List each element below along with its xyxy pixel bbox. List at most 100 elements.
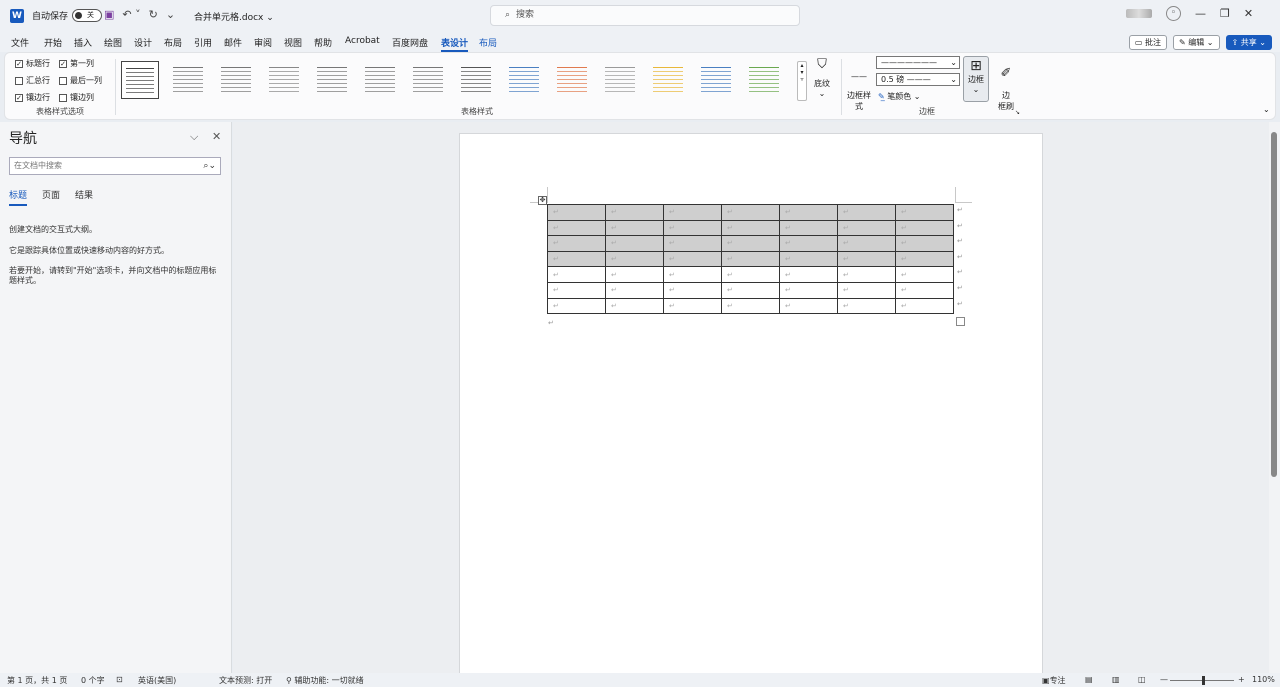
table-cell[interactable]: ↵ <box>663 297 722 315</box>
table-cell[interactable]: ↵ <box>605 266 664 283</box>
tab-layout[interactable]: 布局 <box>164 36 182 49</box>
text-prediction[interactable]: 文本预测: 打开 <box>219 675 272 686</box>
tab-insert[interactable]: 插入 <box>74 36 92 49</box>
last-column-checkbox[interactable]: 最后一列 <box>59 75 102 86</box>
table-cell[interactable]: ↵ <box>779 266 838 283</box>
table-cell[interactable]: ↵ <box>779 204 838 221</box>
word-count[interactable]: 0 个字 <box>81 675 105 686</box>
table-row[interactable]: ↵ ↵ ↵ ↵ ↵ ↵ ↵ <box>547 297 954 315</box>
table-cell[interactable]: ↵ <box>663 235 722 252</box>
table-style-thumbnail[interactable] <box>457 61 495 99</box>
tab-table-layout[interactable]: 布局 <box>479 36 497 49</box>
proofing-icon[interactable]: ⊡ <box>116 675 123 684</box>
search-input[interactable]: ⌕ 搜索 <box>490 5 800 26</box>
table-move-handle-icon[interactable]: ✥ <box>538 196 547 205</box>
zoom-in-button[interactable]: + <box>1238 675 1245 684</box>
table-cell[interactable]: ↵ <box>779 250 838 268</box>
table-cell[interactable]: ↵ <box>837 235 896 252</box>
nav-search-input[interactable]: 在文档中搜索 ⌕⌄ <box>9 157 221 175</box>
first-column-checkbox[interactable]: ✓ 第一列 <box>59 58 94 69</box>
close-button[interactable]: ✕ <box>1244 7 1253 20</box>
table-style-thumbnail[interactable] <box>505 61 543 99</box>
table-cell[interactable]: ↵ <box>837 219 896 237</box>
focus-mode[interactable]: ▣专注 <box>1042 675 1066 686</box>
zoom-slider-knob[interactable] <box>1202 676 1205 685</box>
tab-baidu-netdisk[interactable]: 百度网盘 <box>392 36 428 49</box>
table-cell[interactable]: ↵ <box>895 235 954 252</box>
banded-rows-checkbox[interactable]: ✓ 镶边行 <box>15 92 50 103</box>
accessibility-status[interactable]: ⚲ 辅助功能: 一切就绪 <box>286 675 364 686</box>
table-cell[interactable]: ↵ <box>721 266 780 283</box>
shading-button[interactable]: ⛉ 底纹 ⌄ <box>811 57 833 98</box>
table-cell[interactable]: ↵ <box>547 281 606 299</box>
zoom-out-button[interactable]: — <box>1160 675 1168 684</box>
table-cell[interactable]: ↵ <box>721 281 780 299</box>
tab-review[interactable]: 审阅 <box>254 36 272 49</box>
table-style-thumbnail[interactable] <box>265 61 303 99</box>
total-row-checkbox[interactable]: 汇总行 <box>15 75 50 86</box>
table-cell[interactable]: ↵ <box>663 219 722 237</box>
nav-close-icon[interactable]: ✕ <box>212 130 221 143</box>
table-cell[interactable]: ↵ <box>895 281 954 299</box>
border-styles-button[interactable]: —— 边框样 式 <box>847 63 871 121</box>
table-style-thumbnail[interactable] <box>409 61 447 99</box>
table-style-thumbnail[interactable] <box>553 61 591 99</box>
table-cell[interactable]: ↵ <box>547 204 606 221</box>
styles-gallery-scroller[interactable]: ▴ ▾ ▿ <box>797 61 807 101</box>
tab-references[interactable]: 引用 <box>194 36 212 49</box>
table-cell[interactable]: ↵ <box>721 235 780 252</box>
table-cell[interactable]: ↵ <box>895 204 954 221</box>
print-layout-icon[interactable]: ▥ <box>1112 675 1120 684</box>
tab-draw[interactable]: 绘图 <box>104 36 122 49</box>
table-cell[interactable]: ↵ <box>837 297 896 315</box>
table-cell[interactable]: ↵ <box>837 250 896 268</box>
tab-help[interactable]: 帮助 <box>314 36 332 49</box>
table-row[interactable]: ↵ ↵ ↵ ↵ ↵ ↵ ↵ <box>547 266 954 283</box>
save-icon[interactable]: ▣ <box>104 8 114 21</box>
table-row[interactable]: ↵ ↵ ↵ ↵ ↵ ↵ ↵ <box>547 219 954 237</box>
table-style-thumbnail[interactable] <box>121 61 159 99</box>
table-cell[interactable]: ↵ <box>605 297 664 315</box>
line-weight-dropdown[interactable]: 0.5 磅 ——— ⌄ <box>876 73 960 86</box>
tab-mailings[interactable]: 邮件 <box>224 36 242 49</box>
autosave-toggle[interactable]: 关 <box>72 9 103 22</box>
undo-icon[interactable]: ↶ ˅ <box>122 8 140 21</box>
zoom-level[interactable]: 110% <box>1252 675 1275 684</box>
document-table[interactable]: ↵ ↵ ↵ ↵ ↵ ↵ ↵ ↵ ↵ ↵ ↵ ↵ ↵ ↵ ↵ ↵ ↵ ↵ ↵ ↵ ↵ ↵ ↵ ↵ ↵ ↵ ↵ ↵ ↵ ↵ ↵ ↵ ↵ ↵ ↵ ↵ ↵ ↵ ↵ ↵… <box>547 204 954 315</box>
search-icon[interactable]: ⌕⌄ <box>203 158 216 174</box>
table-cell[interactable]: ↵ <box>547 250 606 268</box>
table-cell[interactable]: ↵ <box>547 266 606 283</box>
table-cell[interactable]: ↵ <box>721 250 780 268</box>
customize-icon[interactable]: ⌄ <box>166 8 175 21</box>
read-mode-icon[interactable]: ▤ <box>1085 675 1093 684</box>
table-style-thumbnail[interactable] <box>361 61 399 99</box>
header-row-checkbox[interactable]: ✓ 标题行 <box>15 58 50 69</box>
tab-table-design[interactable]: 表设计 <box>441 36 469 52</box>
table-row[interactable]: ↵ ↵ ↵ ↵ ↵ ↵ ↵ <box>547 204 954 221</box>
tab-home[interactable]: 开始 <box>44 36 62 49</box>
vertical-scrollbar[interactable] <box>1269 122 1280 673</box>
table-row[interactable]: ↵ ↵ ↵ ↵ ↵ ↵ ↵ <box>547 250 954 268</box>
tab-results[interactable]: 结果 <box>75 188 93 201</box>
scrollbar-thumb[interactable] <box>1271 132 1277 477</box>
minimize-button[interactable]: — <box>1195 7 1206 20</box>
table-cell[interactable]: ↵ <box>779 297 838 315</box>
dialog-launcher-icon[interactable]: ↘ <box>1015 109 1020 116</box>
table-cell[interactable]: ↵ <box>663 250 722 268</box>
table-cell[interactable]: ↵ <box>663 266 722 283</box>
table-cell[interactable]: ↵ <box>837 266 896 283</box>
table-cell[interactable]: ↵ <box>605 235 664 252</box>
autosave[interactable]: 自动保存 关 <box>32 9 103 22</box>
table-cell[interactable]: ↵ <box>605 250 664 268</box>
table-cell[interactable]: ↵ <box>605 219 664 237</box>
language[interactable]: 英语(美国) <box>138 675 176 686</box>
table-cell[interactable]: ↵ <box>895 266 954 283</box>
table-style-thumbnail[interactable] <box>745 61 783 99</box>
table-cell[interactable]: ↵ <box>779 235 838 252</box>
table-cell[interactable]: ↵ <box>895 297 954 315</box>
share-button[interactable]: ⇪ 共享 ⌄ <box>1225 35 1272 50</box>
tab-view[interactable]: 视图 <box>284 36 302 49</box>
collapse-ribbon-icon[interactable]: ⌄ <box>1263 105 1270 114</box>
table-row[interactable]: ↵ ↵ ↵ ↵ ↵ ↵ ↵ <box>547 235 954 252</box>
banded-columns-checkbox[interactable]: 镶边列 <box>59 92 94 103</box>
